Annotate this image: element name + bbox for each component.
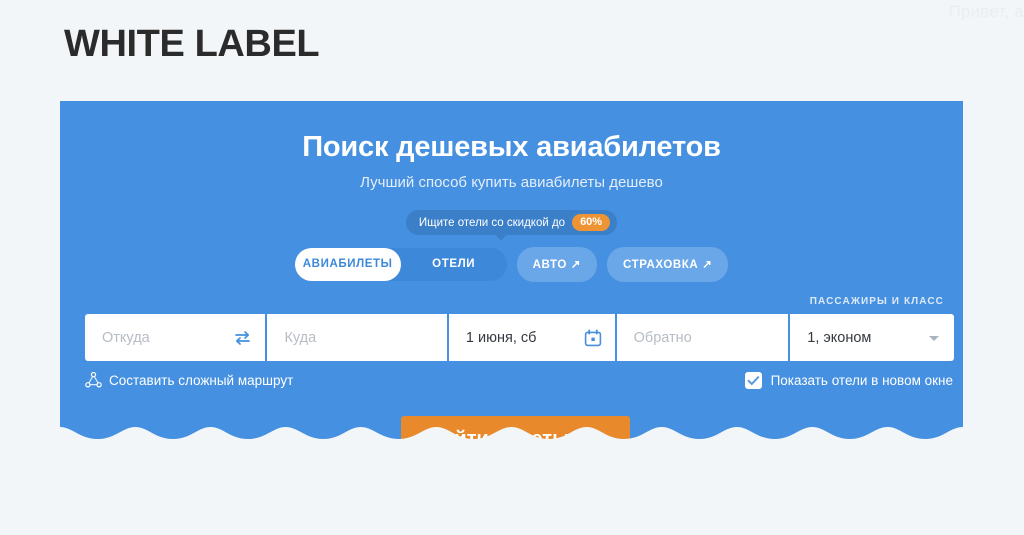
hotels-new-window-checkbox[interactable]	[744, 372, 762, 389]
chevron-down-icon[interactable]	[929, 335, 939, 341]
promo-badge[interactable]: Ищите отели со скидкой до 60%	[405, 210, 618, 241]
widget-tabs: АВИАБИЛЕТЫ ОТЕЛИ АВТО ↗ СТРАХОВКА ↗	[60, 247, 963, 282]
destination-field[interactable]: Куда	[267, 314, 447, 361]
multi-city-route-icon	[85, 371, 102, 388]
airplane-icon	[579, 429, 602, 450]
tabs-primary-group: АВИАБИЛЕТЫ ОТЕЛИ	[294, 248, 507, 281]
origin-placeholder: Откуда	[102, 329, 150, 346]
page-title: WHITE LABEL	[64, 23, 320, 65]
search-tickets-label: Найти билеты	[428, 428, 570, 450]
multicity-link[interactable]: Составить сложный маршрут	[85, 371, 294, 388]
checkmark-icon	[747, 376, 759, 385]
depart-date-field[interactable]: 1 июня, сб	[448, 314, 615, 361]
return-date-field[interactable]: Обратно	[616, 314, 789, 361]
widget-subheading: Лучший способ купить авиабилеты дешево	[360, 174, 663, 191]
search-widget-panel: Поиск дешевых авиабилетов Лучший способ …	[60, 101, 963, 453]
multicity-label: Составить сложный маршрут	[109, 372, 294, 388]
passengers-class-field[interactable]: 1, эконом	[790, 314, 954, 361]
promo-badge-text: Ищите отели со скидкой до	[418, 216, 566, 229]
destination-placeholder: Куда	[284, 329, 317, 346]
origin-field[interactable]: Откуда	[85, 314, 266, 361]
promo-badge-wrapper: Ищите отели со скидкой до 60%	[60, 210, 963, 241]
tab-insurance[interactable]: СТРАХОВКА ↗	[606, 247, 729, 282]
return-date-placeholder: Обратно	[633, 329, 692, 346]
hotels-new-window-option[interactable]: Показать отели в новом окне	[744, 372, 953, 389]
passengers-class-value: 1, эконом	[807, 329, 872, 346]
promo-badge-pointer	[495, 234, 508, 241]
promo-discount-pill: 60%	[572, 214, 611, 231]
widget-heading: Поиск дешевых авиабилетов	[302, 131, 721, 163]
search-tickets-button[interactable]: Найти билеты	[401, 416, 630, 453]
tab-flights[interactable]: АВИАБИЛЕТЫ	[294, 248, 401, 281]
search-form-row: Откуда Куда 1 июня, сб Обратно 1, эконом	[85, 314, 954, 361]
hotels-new-window-label: Показать отели в новом окне	[770, 373, 953, 388]
passengers-class-label: ПАССАЖИРЫ И КЛАСС	[809, 296, 944, 307]
greeting-text: Привет, а	[948, 2, 1024, 21]
swap-arrows-icon[interactable]	[234, 330, 251, 345]
tab-hotels[interactable]: ОТЕЛИ	[401, 248, 507, 281]
depart-date-value: 1 июня, сб	[465, 329, 537, 346]
calendar-icon[interactable]	[584, 329, 602, 347]
tab-cars[interactable]: АВТО ↗	[516, 247, 597, 282]
